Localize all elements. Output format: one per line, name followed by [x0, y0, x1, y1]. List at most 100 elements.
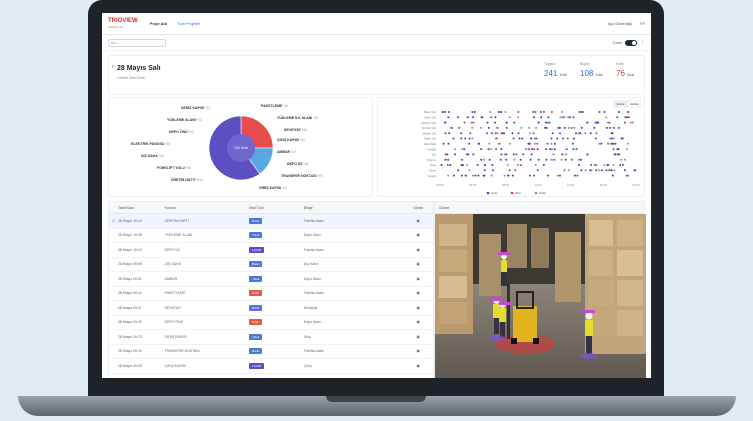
camera-icon[interactable]: ▣: [403, 291, 433, 295]
dot-point[interactable]: [623, 169, 626, 172]
dot-point[interactable]: [533, 137, 536, 140]
dot-point[interactable]: [548, 121, 551, 124]
dot-point[interactable]: [549, 148, 552, 151]
dot-point[interactable]: [442, 142, 445, 145]
dot-point[interactable]: [605, 126, 608, 129]
dot-point[interactable]: [558, 174, 561, 177]
dot-point[interactable]: [505, 153, 508, 156]
dot-point[interactable]: [545, 148, 548, 151]
dot-point[interactable]: [536, 148, 539, 151]
dot-point[interactable]: [550, 111, 553, 113]
camera-icon[interactable]: ▣: [403, 335, 433, 339]
dot-point[interactable]: [584, 169, 587, 172]
dot-point[interactable]: [545, 158, 548, 161]
dot-point[interactable]: [577, 164, 580, 166]
dot-point[interactable]: [595, 164, 598, 166]
dot-point[interactable]: [598, 111, 601, 113]
camera-icon[interactable]: ▣: [403, 320, 433, 324]
dot-point[interactable]: [550, 142, 553, 145]
dot-point[interactable]: [603, 111, 606, 113]
dot-point[interactable]: [447, 174, 450, 177]
dot-point[interactable]: [589, 132, 592, 135]
dot-point[interactable]: [564, 158, 567, 161]
dot-point[interactable]: [472, 174, 475, 177]
dot-point[interactable]: [458, 126, 461, 129]
dot-point[interactable]: [544, 126, 547, 129]
dot-point[interactable]: [532, 111, 535, 113]
dot-point[interactable]: [454, 148, 457, 151]
table-row[interactable]: 28 Mayıs 10:08 YÜKLEME ALANI Yelek Depo Ala…: [109, 229, 433, 243]
dot-point[interactable]: [461, 164, 464, 166]
dot-point[interactable]: [508, 116, 511, 119]
dot-point[interactable]: [483, 158, 486, 161]
dot-point[interactable]: [610, 142, 613, 145]
dot-point[interactable]: [474, 174, 477, 177]
dot-point[interactable]: [551, 132, 554, 135]
dot-point[interactable]: [468, 142, 471, 145]
dot-point[interactable]: [476, 164, 479, 166]
camera-icon[interactable]: ▣: [403, 349, 433, 353]
dot-point[interactable]: [471, 111, 474, 113]
dot-point[interactable]: [572, 148, 575, 151]
dot-point[interactable]: [528, 174, 531, 177]
dot-point[interactable]: [590, 164, 592, 166]
dot-point[interactable]: [580, 126, 583, 129]
dot-point[interactable]: [512, 153, 515, 156]
dot-point[interactable]: [572, 137, 575, 140]
dot-point[interactable]: [500, 148, 503, 151]
dot-point[interactable]: [503, 174, 506, 177]
dot-point[interactable]: [597, 169, 600, 172]
dot-point[interactable]: [616, 116, 619, 119]
dot-point[interactable]: [614, 153, 617, 156]
dot-point[interactable]: [562, 137, 565, 140]
dot-point[interactable]: [586, 121, 589, 124]
dot-point[interactable]: [619, 164, 622, 166]
dot-point[interactable]: [605, 116, 608, 119]
dot-point[interactable]: [544, 121, 547, 124]
dot-point[interactable]: [600, 142, 603, 145]
dot-point[interactable]: [631, 121, 634, 124]
dot-point[interactable]: [486, 132, 488, 135]
chart-tab-label[interactable]: Haftalık: [630, 102, 639, 106]
dot-point[interactable]: [449, 164, 452, 166]
col-date[interactable]: Tarih/Saat: [118, 206, 165, 210]
dot-point[interactable]: [561, 111, 563, 113]
table-row[interactable]: 28 Mayıs 09:37 SEVKİYAT Baret Sevkiyat ▣: [109, 301, 433, 316]
dot-point[interactable]: [534, 164, 537, 166]
dot-point[interactable]: [518, 137, 521, 140]
dot-point[interactable]: [491, 164, 494, 166]
dot-point[interactable]: [557, 126, 560, 129]
dot-point[interactable]: [465, 174, 468, 177]
dot-point[interactable]: [560, 158, 563, 161]
dot-point[interactable]: [621, 137, 624, 140]
dot-point[interactable]: [563, 126, 566, 129]
dot-point[interactable]: [593, 126, 596, 129]
dot-point[interactable]: [539, 111, 542, 113]
live-toggle[interactable]: [625, 39, 637, 46]
dot-point[interactable]: [536, 142, 539, 145]
dot-point[interactable]: [441, 111, 444, 113]
dot-point[interactable]: [449, 126, 452, 129]
dot-point[interactable]: [464, 137, 467, 140]
dot-point[interactable]: [556, 137, 559, 140]
dot-point[interactable]: [547, 116, 550, 119]
dot-point[interactable]: [627, 142, 629, 145]
dot-point[interactable]: [612, 137, 615, 140]
dot-point[interactable]: [483, 174, 486, 177]
menu-icon[interactable]: ⋮: [640, 40, 645, 46]
dot-point[interactable]: [495, 148, 498, 151]
dot-point[interactable]: [460, 132, 463, 135]
dot-point[interactable]: [528, 148, 530, 151]
dot-point[interactable]: [556, 174, 559, 177]
dot-point[interactable]: [626, 116, 629, 119]
dot-point[interactable]: [610, 169, 613, 172]
dot-point[interactable]: [627, 111, 629, 113]
dot-point[interactable]: [513, 158, 516, 161]
dot-point[interactable]: [586, 153, 589, 156]
dot-point[interactable]: [492, 169, 494, 172]
dot-point[interactable]: [613, 126, 616, 129]
dot-point[interactable]: [452, 174, 455, 177]
dot-point[interactable]: [617, 126, 620, 129]
dot-point[interactable]: [620, 158, 623, 161]
dot-point[interactable]: [472, 116, 474, 119]
